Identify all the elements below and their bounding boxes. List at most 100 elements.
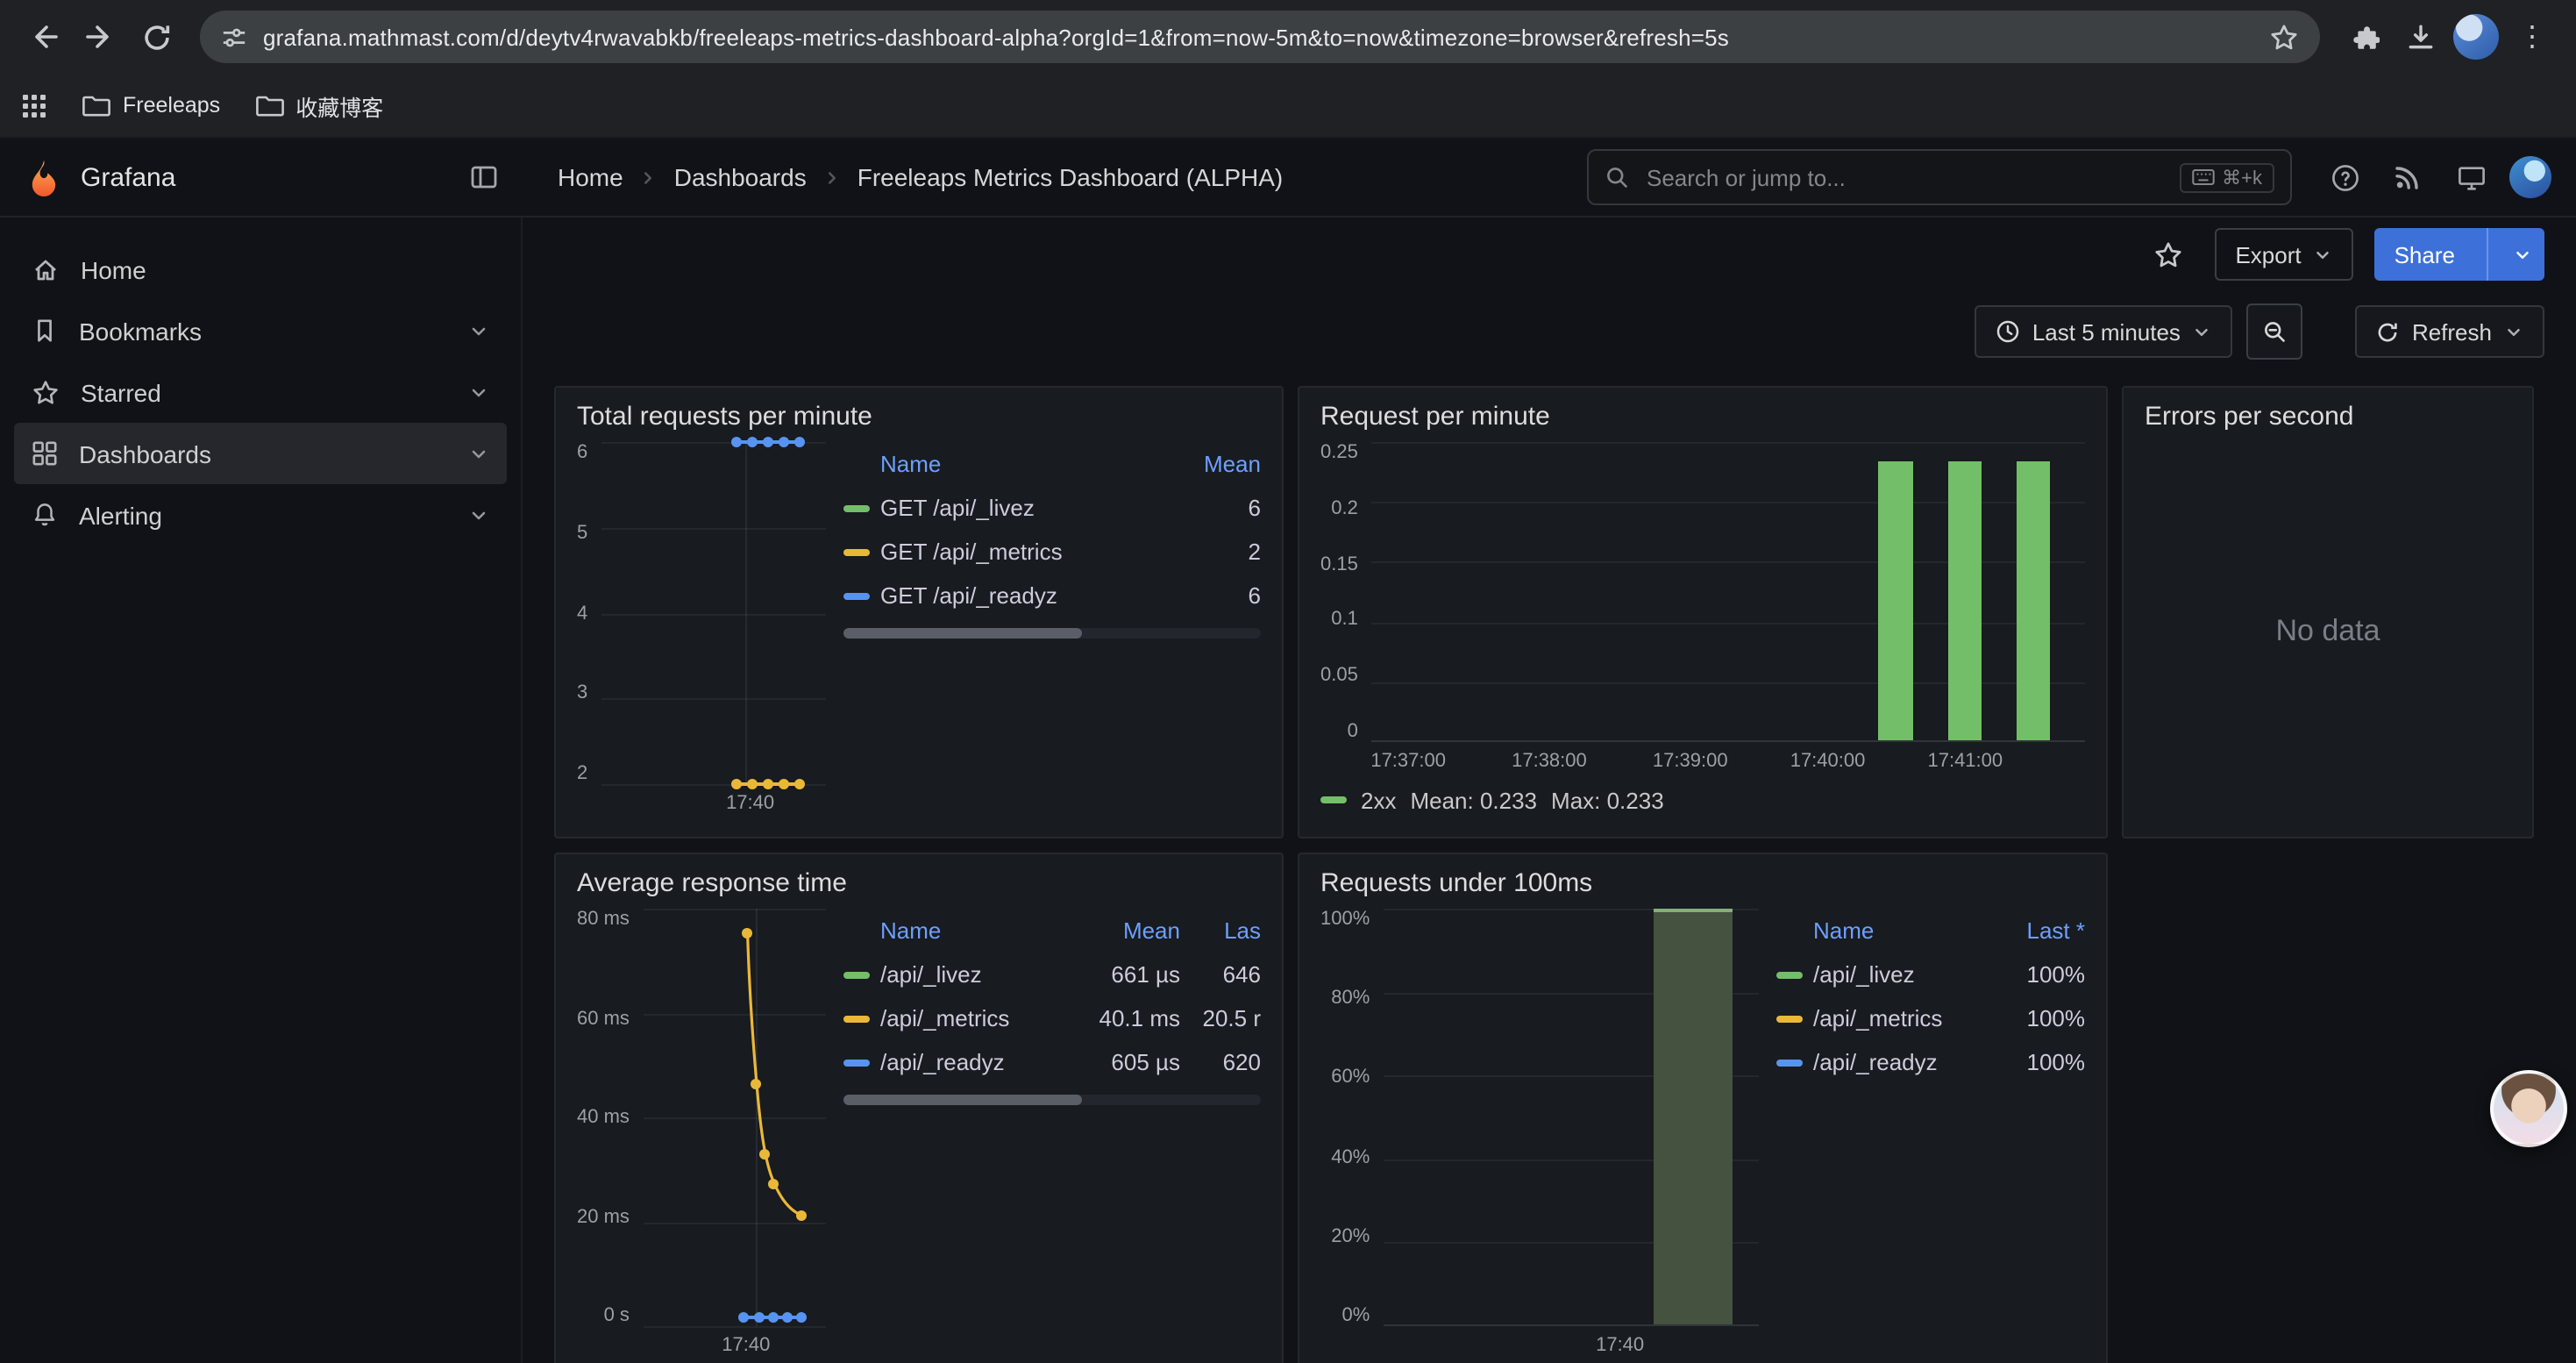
legend-max: Max: 0.233 — [1551, 787, 1664, 813]
series-color-swatch — [843, 592, 870, 599]
bookmark-freeleaps[interactable]: Freeleaps — [82, 93, 220, 118]
legend-header-last[interactable]: Last * — [1997, 917, 2085, 944]
y-axis: 100%80%60%40%20%0% — [1320, 909, 1384, 1326]
y-axis: 65432 — [577, 442, 601, 784]
bookmark-blog[interactable]: 收藏博客 — [255, 89, 383, 122]
breadcrumb-dashboards[interactable]: Dashboards — [674, 163, 807, 191]
search-bar[interactable]: ⌘+k — [1587, 149, 2292, 205]
legend-header-name[interactable]: Name — [843, 917, 1068, 944]
legend-row: /api/_livez661 µs646 — [843, 953, 1261, 996]
sidebar-item-label: Home — [81, 255, 146, 283]
bar-2xx — [2016, 461, 2050, 740]
chevron-down-icon[interactable] — [468, 320, 489, 341]
panel-average-response-time: Average response time 80 ms60 ms40 ms20 … — [554, 853, 1284, 1363]
header-icons — [2320, 153, 2576, 202]
profile-avatar[interactable] — [2450, 11, 2502, 63]
legend-header-name[interactable]: Name — [843, 451, 1163, 477]
legend-header-mean[interactable]: Mean — [1078, 917, 1180, 944]
sidebar-item-label: Bookmarks — [79, 317, 202, 345]
user-avatar[interactable] — [2509, 156, 2551, 198]
panel-title[interactable]: Request per minute — [1320, 402, 2085, 432]
browser-menu-icon[interactable]: ⋮ — [2506, 11, 2558, 63]
plot-area — [644, 909, 826, 1326]
sidebar-item-starred[interactable]: Starred — [14, 361, 507, 423]
time-range-picker[interactable]: Last 5 minutes — [1975, 305, 2233, 358]
news-rss-icon[interactable] — [2383, 153, 2432, 202]
share-button[interactable]: Share — [2375, 228, 2544, 281]
url-bar[interactable]: grafana.mathmast.com/d/deytv4rwavabkb/fr… — [200, 11, 2320, 63]
screenshot-root: grafana.mathmast.com/d/deytv4rwavabkb/fr… — [0, 0, 2576, 1363]
panel-title[interactable]: Errors per second — [2145, 402, 2511, 432]
bar-under-100ms — [1654, 909, 1733, 1324]
bookmarks-bar: Freeleaps 收藏博客 — [0, 74, 2576, 139]
sidebar-item-bookmarks[interactable]: Bookmarks — [14, 300, 507, 361]
panel-title[interactable]: Average response time — [577, 868, 1261, 898]
sidebar-item-label: Dashboards — [79, 439, 211, 467]
back-icon[interactable] — [18, 11, 70, 63]
grafana-logo[interactable] — [25, 158, 63, 196]
legend-header-name[interactable]: Name — [1776, 917, 1987, 944]
dashboards-grid-icon — [32, 440, 58, 467]
browser-toolbar: grafana.mathmast.com/d/deytv4rwavabkb/fr… — [0, 0, 2576, 74]
downloads-icon[interactable] — [2394, 11, 2446, 63]
legend-table: NameMean GET /api/_livez6 GET /api/_metr… — [843, 442, 1261, 819]
zoom-out-icon[interactable] — [2247, 303, 2303, 360]
legend-header-last[interactable]: Las — [1191, 917, 1261, 944]
dashboard-toolbar: Export Share — [523, 218, 2576, 291]
export-button[interactable]: Export — [2214, 228, 2353, 281]
chevron-right-icon — [639, 168, 658, 187]
refresh-interval-caret[interactable] — [2504, 322, 2523, 341]
favorite-star-icon[interactable] — [2144, 230, 2193, 279]
scrollbar-thumb[interactable] — [843, 628, 1081, 639]
plot-area — [1372, 442, 2085, 742]
site-settings-icon[interactable] — [221, 24, 247, 50]
assistant-avatar[interactable] — [2490, 1070, 2567, 1147]
x-axis: 17:40 — [616, 784, 826, 819]
extensions-icon[interactable] — [2338, 11, 2390, 63]
chevron-down-icon[interactable] — [468, 382, 489, 403]
legend-header-mean[interactable]: Mean — [1173, 451, 1261, 477]
refresh-button[interactable]: Refresh — [2356, 305, 2544, 358]
forward-icon[interactable] — [74, 11, 126, 63]
kiosk-monitor-icon[interactable] — [2446, 153, 2495, 202]
bookmark-label: Freeleaps — [123, 93, 220, 118]
search-input[interactable] — [1643, 162, 2166, 192]
plot-area — [1384, 909, 1759, 1326]
legend-series-name[interactable]: 2xx — [1361, 787, 1396, 813]
sidebar-item-dashboards[interactable]: Dashboards — [14, 423, 507, 484]
legend-table: NameLast * /api/_livez100% /api/_metrics… — [1776, 909, 2085, 1361]
share-menu-caret[interactable] — [2501, 228, 2544, 281]
sidebar-item-home[interactable]: Home — [14, 239, 507, 300]
chevron-down-icon[interactable] — [468, 504, 489, 525]
keyboard-shortcut-badge: ⌘+k — [2180, 162, 2274, 192]
home-icon — [32, 255, 60, 283]
panel-title[interactable]: Total requests per minute — [577, 402, 1261, 432]
panel-title[interactable]: Requests under 100ms — [1320, 868, 2085, 898]
apps-grid-icon[interactable] — [21, 92, 47, 118]
folder-icon — [255, 93, 283, 118]
breadcrumb-home[interactable]: Home — [558, 163, 623, 191]
bar-chart: 100%80%60%40%20%0% 17:40 — [1320, 909, 1759, 1361]
breadcrumb: Home Dashboards Freeleaps Metrics Dashbo… — [558, 163, 1283, 191]
url-text[interactable]: grafana.mathmast.com/d/deytv4rwavabkb/fr… — [263, 24, 2253, 50]
sidebar-item-alerting[interactable]: Alerting — [14, 484, 507, 546]
reload-icon[interactable] — [130, 11, 182, 63]
legend-mean: Mean: 0.233 — [1410, 787, 1537, 813]
grafana-header: Grafana Home Dashboards Freeleaps Metric… — [0, 139, 2576, 218]
y-axis: 80 ms60 ms40 ms20 ms0 s — [577, 909, 644, 1326]
browser-window: grafana.mathmast.com/d/deytv4rwavabkb/fr… — [0, 0, 2576, 1363]
legend-row: GET /api/_metrics2 — [843, 530, 1261, 574]
breadcrumb-current: Freeleaps Metrics Dashboard (ALPHA) — [857, 163, 1284, 191]
help-icon[interactable] — [2320, 153, 2369, 202]
scrollbar-thumb[interactable] — [843, 1095, 1081, 1105]
sidebar-toggle-icon[interactable] — [470, 163, 498, 191]
legend-scrollbar[interactable] — [843, 628, 1261, 639]
star-icon — [32, 378, 60, 406]
chevron-down-icon[interactable] — [468, 443, 489, 464]
search-icon — [1605, 165, 1629, 189]
folder-icon — [82, 93, 110, 118]
legend-scrollbar[interactable] — [843, 1095, 1261, 1105]
bookmark-star-icon[interactable] — [2269, 22, 2299, 52]
legend-row: /api/_readyz605 µs620 — [843, 1040, 1261, 1084]
clock-icon — [1996, 319, 2020, 344]
